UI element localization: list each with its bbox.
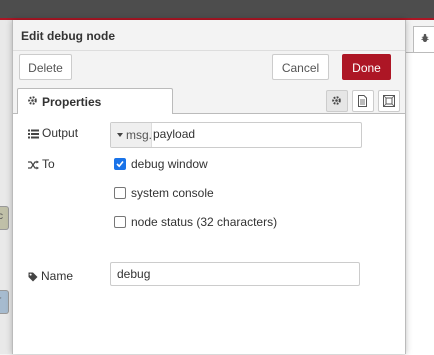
properties-form: Output msg. To debug window <box>13 114 405 354</box>
check-icon <box>116 160 124 168</box>
appearance-icon <box>383 95 395 107</box>
gear-icon <box>332 96 341 105</box>
node-description-tab[interactable] <box>352 90 374 112</box>
sidebar-tab-debug[interactable] <box>413 26 434 53</box>
name-label: Name <box>28 269 73 283</box>
to-label-text: To <box>42 157 55 171</box>
system-console-label: system console <box>131 186 214 200</box>
to-label: To <box>28 157 55 171</box>
document-icon <box>358 95 367 107</box>
output-type-label: msg. <box>126 128 153 142</box>
debug-window-checkbox[interactable] <box>114 158 126 170</box>
tray-title: Edit debug node <box>21 29 115 43</box>
top-header-bar <box>0 0 434 20</box>
caret-down-icon <box>117 133 123 137</box>
node-appearance-tab[interactable] <box>378 90 400 112</box>
output-label-text: Output <box>42 126 79 140</box>
node-settings-tab[interactable] <box>326 90 348 112</box>
delete-button[interactable]: Delete <box>19 54 72 80</box>
tray-header: Edit debug node <box>13 20 405 51</box>
output-typed-input[interactable]: msg. <box>110 122 362 148</box>
output-type-dropdown[interactable]: msg. <box>111 123 152 147</box>
random-icon <box>28 160 39 170</box>
gear-icon <box>28 96 37 105</box>
tray-tabs: Properties <box>13 87 405 115</box>
node-status-label: node status (32 characters) <box>131 215 278 229</box>
flow-node-partial[interactable]: c <box>0 206 9 230</box>
flow-node-label: c <box>0 211 3 222</box>
tab-properties-label: Properties <box>42 95 102 109</box>
node-status-checkbox[interactable] <box>114 216 126 228</box>
cancel-button[interactable]: Cancel <box>272 54 329 80</box>
flow-node-label: r <box>0 295 1 306</box>
output-property-field[interactable] <box>153 125 353 143</box>
right-sidebar <box>404 20 434 355</box>
tab-properties[interactable]: Properties <box>17 88 173 115</box>
edit-tray: Edit debug node Delete Cancel Done Prope… <box>12 20 406 354</box>
sidebar-panel <box>405 52 434 355</box>
bug-icon <box>421 33 429 42</box>
output-label: Output <box>28 126 78 140</box>
name-label-text: Name <box>41 269 74 283</box>
flow-node-partial[interactable]: r <box>0 290 9 314</box>
debug-window-label: debug window <box>131 157 208 171</box>
done-button[interactable]: Done <box>342 54 391 80</box>
tray-toolbar: Delete Cancel Done <box>13 51 405 87</box>
name-field[interactable] <box>110 262 360 286</box>
list-icon <box>28 129 39 139</box>
system-console-checkbox[interactable] <box>114 187 126 199</box>
tag-icon <box>28 272 38 282</box>
